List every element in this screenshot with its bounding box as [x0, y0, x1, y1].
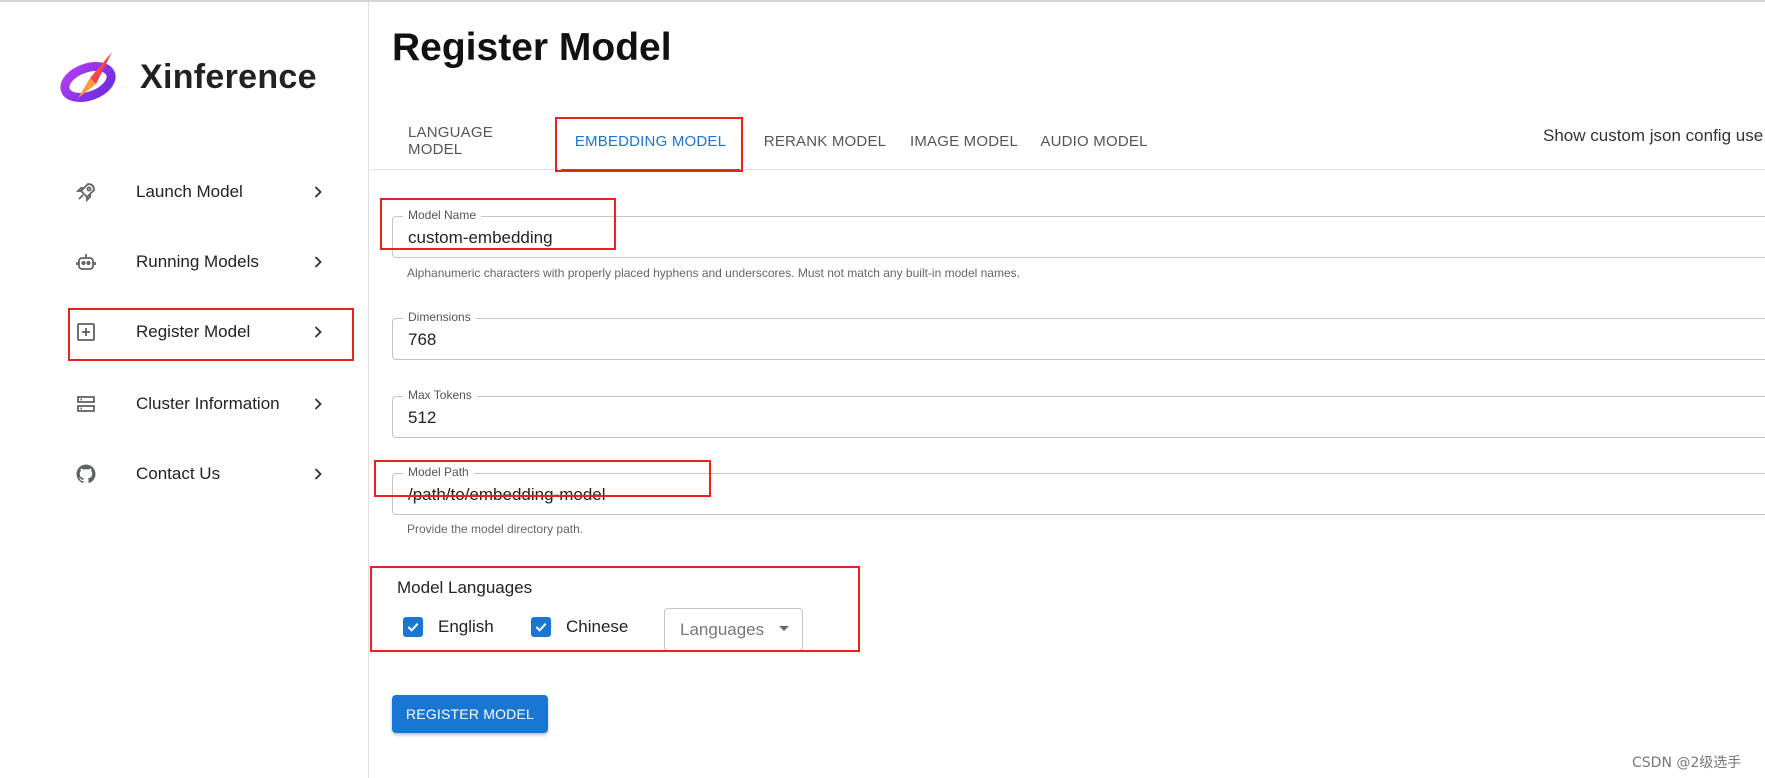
app-window: Xinference Launch Model Running Models R…	[0, 0, 1765, 778]
sidebar-item-label: Launch Model	[136, 182, 243, 201]
tab-rerank-model[interactable]: RERANK MODEL	[754, 112, 896, 170]
tab-audio-model[interactable]: AUDIO MODEL	[1034, 112, 1154, 170]
sidebar-item-running-models[interactable]: Running Models	[68, 236, 354, 288]
tab-embedding-model[interactable]: EMBEDDING MODEL	[561, 112, 740, 171]
model-name-field[interactable]: Model Name custom-embedding	[392, 208, 1765, 258]
sidebar: Xinference Launch Model Running Models R…	[0, 2, 369, 778]
max-tokens-input[interactable]: 512	[408, 408, 436, 428]
checkbox-checked-icon[interactable]	[403, 617, 423, 637]
chevron-right-icon	[308, 182, 328, 202]
field-label: Model Name	[403, 208, 482, 222]
checkbox-label: English	[438, 617, 494, 636]
main-content: Register Model LANGUAGE MODEL EMBEDDING …	[370, 2, 1765, 778]
chevron-right-icon	[308, 252, 328, 272]
rocket-icon	[70, 176, 102, 208]
languages-select[interactable]: Languages	[664, 608, 803, 651]
sidebar-item-label: Contact Us	[136, 464, 221, 483]
dimensions-input[interactable]: 768	[408, 330, 436, 350]
sidebar-item-cluster-information[interactable]: Cluster Information	[68, 378, 354, 430]
checkbox-checked-icon[interactable]	[531, 617, 551, 637]
app-name: Xinference	[140, 57, 317, 96]
xinference-logo-icon	[60, 52, 116, 103]
sidebar-item-label: Cluster Information	[136, 394, 280, 413]
model-name-helper: Alphanumeric characters with properly pl…	[407, 266, 1020, 280]
page-title: Register Model	[392, 26, 672, 69]
sidebar-item-launch-model[interactable]: Launch Model	[68, 166, 354, 218]
sidebar-item-label: Register Model	[136, 322, 251, 341]
add-box-icon	[70, 316, 102, 348]
github-icon	[70, 458, 102, 490]
chevron-right-icon	[308, 322, 328, 342]
chevron-right-icon	[308, 394, 328, 414]
checkbox-label: Chinese	[566, 617, 629, 636]
caret-down-icon	[779, 626, 789, 631]
model-path-field[interactable]: Model Path /path/to/embedding-model	[392, 465, 1765, 515]
field-label: Dimensions	[403, 310, 476, 324]
sidebar-item-label: Running Models	[136, 252, 259, 271]
tab-image-model[interactable]: IMAGE MODEL	[901, 112, 1027, 170]
model-path-input[interactable]: /path/to/embedding-model	[408, 485, 606, 505]
robot-icon	[70, 246, 102, 278]
field-label: Model Path	[403, 465, 474, 479]
language-checkbox-chinese[interactable]: Chinese	[531, 617, 628, 637]
languages-select-placeholder: Languages	[680, 619, 765, 639]
register-model-button[interactable]: REGISTER MODEL	[392, 695, 548, 733]
sidebar-item-register-model[interactable]: Register Model	[68, 306, 354, 358]
chevron-right-icon	[308, 464, 328, 484]
model-name-input[interactable]: custom-embedding	[408, 228, 553, 248]
language-checkbox-english[interactable]: English	[403, 617, 494, 637]
model-languages-title: Model Languages	[397, 578, 533, 597]
json-config-toggle-label[interactable]: Show custom json config use	[1543, 126, 1763, 146]
field-label: Max Tokens	[403, 388, 477, 402]
watermark: CSDN @2级选手	[1632, 755, 1742, 771]
max-tokens-field[interactable]: Max Tokens 512	[392, 388, 1765, 438]
storage-icon	[70, 388, 102, 420]
dimensions-field[interactable]: Dimensions 768	[392, 310, 1765, 360]
app-logo: Xinference	[60, 46, 317, 108]
model-path-helper: Provide the model directory path.	[407, 522, 584, 536]
tab-language-model[interactable]: LANGUAGE MODEL	[408, 112, 548, 170]
sidebar-item-contact-us[interactable]: Contact Us	[68, 448, 354, 500]
